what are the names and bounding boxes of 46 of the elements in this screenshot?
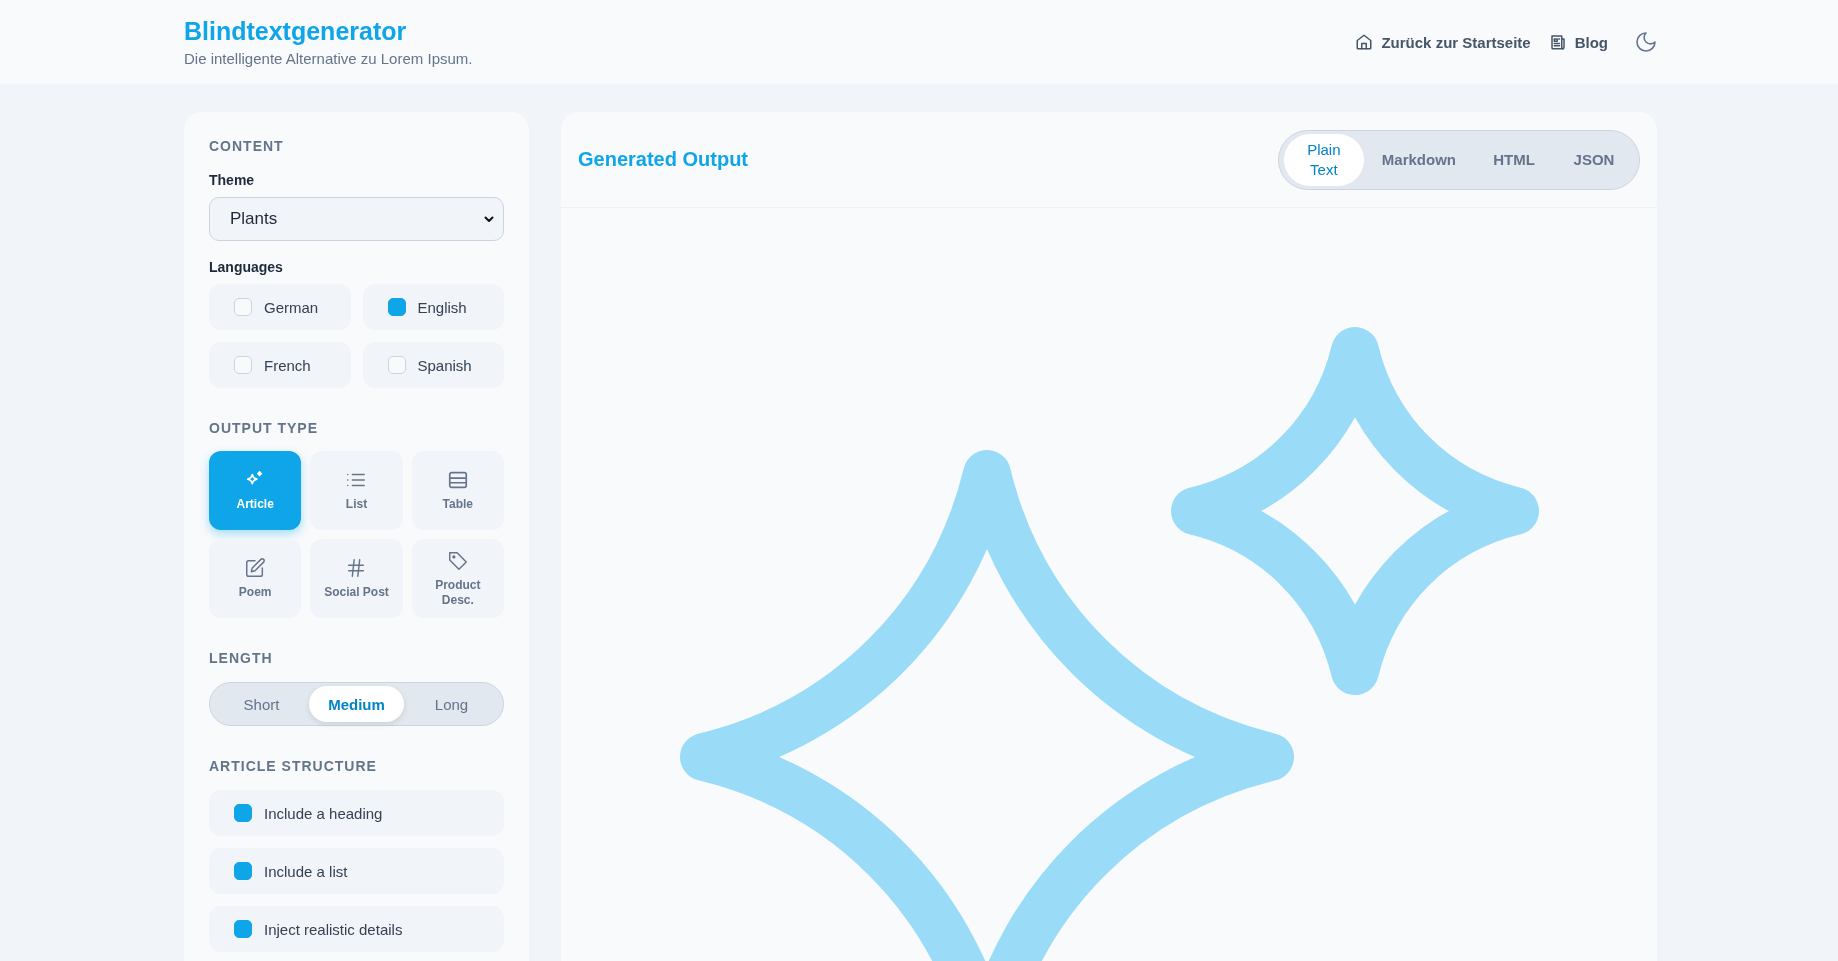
checkbox[interactable] <box>234 298 252 316</box>
chevron-down-icon <box>483 213 495 225</box>
theme-select[interactable]: Plants <box>209 197 504 241</box>
pencil-square-icon <box>244 557 267 579</box>
tag-icon <box>446 549 469 572</box>
language-checkbox[interactable]: English <box>362 284 504 330</box>
checkbox[interactable] <box>234 804 252 822</box>
output-type-tile[interactable]: Table <box>411 451 504 530</box>
length-option[interactable]: Short <box>214 686 309 722</box>
output-type-tile[interactable]: Product Desc. <box>411 539 504 618</box>
field-label: Theme <box>209 172 256 188</box>
length-option[interactable]: Long <box>404 686 499 722</box>
output-title: Generated Output <box>578 148 748 171</box>
checkbox[interactable] <box>387 356 406 374</box>
house-icon <box>1355 33 1374 51</box>
tagline: Die intelligente Alternative zu Lorem Ipsum. <box>184 50 473 67</box>
section-heading: OUTPUT TYPE <box>209 420 319 436</box>
section-heading: LENGTH <box>209 650 274 666</box>
language-checkbox[interactable]: Spanish <box>362 342 504 388</box>
section-heading: ARTICLE STRUCTURE <box>209 758 378 774</box>
field-label: Languages <box>209 259 284 275</box>
language-checkbox[interactable]: French <box>209 342 351 388</box>
format-tab[interactable]: HTML <box>1474 133 1554 186</box>
moon-icon[interactable] <box>1634 30 1658 54</box>
newspaper-icon <box>1548 33 1567 51</box>
length-option[interactable]: Medium <box>309 686 404 722</box>
structure-checkbox[interactable]: Inject realistic details <box>209 906 504 952</box>
checkbox[interactable] <box>234 356 252 374</box>
logo-text[interactable]: Blindtextgenerator <box>184 17 473 46</box>
section-heading: CONTENT <box>209 138 285 154</box>
format-tab[interactable]: JSON <box>1554 133 1634 186</box>
tray-icon <box>446 469 469 491</box>
nav-link[interactable]: Zurück zur Startseite <box>1355 33 1531 51</box>
checkbox[interactable] <box>387 298 406 316</box>
checkbox[interactable] <box>234 920 252 938</box>
structure-checkbox[interactable]: Include a list <box>209 848 504 894</box>
output-type-tile[interactable]: Article <box>209 451 302 530</box>
nav-link[interactable]: Blog <box>1548 33 1608 51</box>
checkbox[interactable] <box>234 862 252 880</box>
format-tab[interactable]: Plain Text <box>1283 133 1364 186</box>
output-type-tile[interactable]: List <box>310 451 403 530</box>
output-type-tile[interactable]: Social Post <box>310 539 403 618</box>
structure-checkbox[interactable]: Include a heading <box>209 790 504 836</box>
output-type-tile[interactable]: Poem <box>209 539 302 618</box>
format-tab[interactable]: Markdown <box>1363 133 1474 186</box>
language-checkbox[interactable]: German <box>209 284 351 330</box>
